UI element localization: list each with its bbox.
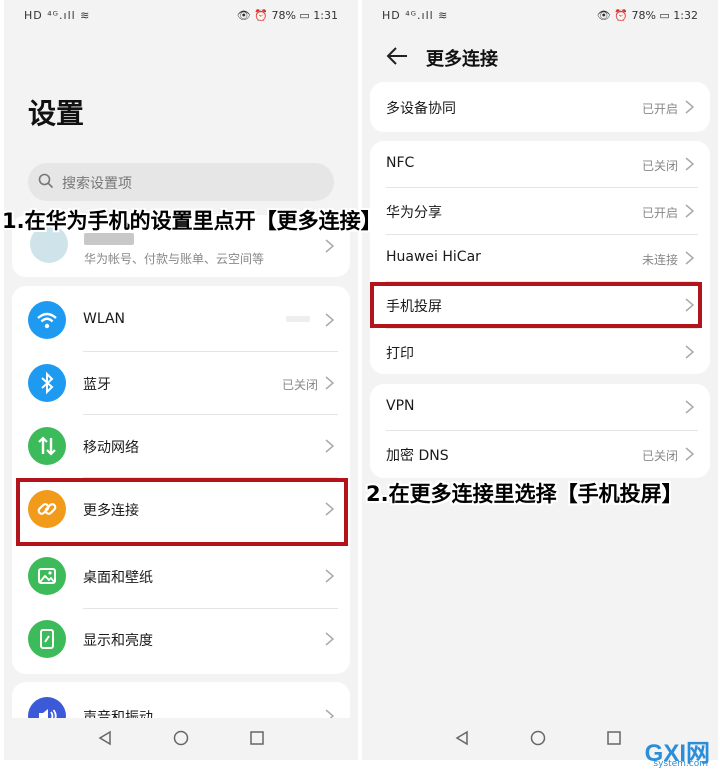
chevron-right-icon	[325, 569, 334, 583]
settings-item-label: 华为分享	[386, 205, 442, 221]
settings-item-encrypted-dns[interactable]: 加密 DNS 已关闭	[370, 431, 710, 477]
highlight-more-connections	[16, 478, 348, 546]
display-settings-card: 桌面和壁纸 显示和亮度	[12, 540, 350, 674]
settings-item-desktop-wallpaper[interactable]: 桌面和壁纸	[12, 548, 350, 604]
status-bar: HD ⁴ᴳ.ıll ≋ 👁 ⏰ 78% ▭ 1:32	[362, 0, 718, 34]
settings-item-label: NFC	[386, 155, 415, 171]
back-arrow-icon[interactable]	[386, 47, 408, 65]
settings-item-value: 已关闭	[641, 159, 678, 173]
display-icon	[28, 620, 66, 658]
settings-item-label: 多设备协同	[386, 101, 456, 117]
chevron-right-icon	[325, 239, 334, 253]
settings-item-label: Huawei HiCar	[386, 249, 481, 265]
settings-item-label: 移动网络	[83, 440, 139, 456]
settings-screen: HD ⁴ᴳ.ıll ≋ 👁 ⏰ 78% ▭ 1:31 设置 搜索设置项 华为帐号…	[4, 0, 358, 760]
settings-item-value: 已开启	[641, 102, 678, 116]
settings-item-display-brightness[interactable]: 显示和亮度	[12, 611, 350, 667]
chevron-right-icon	[325, 439, 334, 453]
wallpaper-icon	[28, 557, 66, 595]
settings-item-label: VPN	[386, 398, 415, 414]
settings-item-bluetooth[interactable]: 蓝牙 已关闭	[12, 355, 350, 411]
back-nav-icon[interactable]	[454, 730, 470, 746]
chevron-right-icon	[685, 400, 694, 414]
back-nav-icon[interactable]	[97, 730, 113, 746]
settings-item-value: 已关闭	[641, 449, 678, 463]
watermark-domain: system.com	[653, 759, 708, 769]
settings-item-value: 未连接	[641, 253, 678, 267]
recents-nav-icon[interactable]	[249, 730, 265, 746]
search-input[interactable]: 搜索设置项	[28, 163, 334, 201]
settings-item-value: 已开启	[641, 206, 678, 220]
signal-indicator: HD ⁴ᴳ.ıll ≋	[24, 9, 91, 22]
settings-item-mobile-network[interactable]: 移动网络	[12, 418, 350, 474]
home-nav-icon[interactable]	[173, 730, 189, 746]
highlight-screen-projection	[370, 282, 702, 328]
status-right: 👁 ⏰ 78% ▭ 1:31	[236, 9, 338, 22]
network-card: VPN 加密 DNS 已关闭	[370, 384, 710, 478]
chevron-right-icon	[685, 251, 694, 265]
more-connections-screen: HD ⁴ᴳ.ıll ≋ 👁 ⏰ 78% ▭ 1:32 更多连接 多设备协同 已开…	[362, 0, 718, 760]
chevron-right-icon	[685, 157, 694, 171]
settings-item-label: 蓝牙	[83, 377, 111, 393]
settings-item-label: 桌面和壁纸	[83, 570, 153, 586]
chevron-right-icon	[325, 376, 334, 390]
status-right: 👁 ⏰ 78% ▭ 1:32	[596, 9, 698, 22]
search-icon	[38, 173, 54, 189]
chevron-right-icon	[685, 204, 694, 218]
settings-item-label: WLAN	[83, 311, 126, 327]
bluetooth-icon	[28, 364, 66, 402]
connections-card: NFC 已关闭 华为分享 已开启 Huawei HiCar 未连接 手机投屏 打…	[370, 141, 710, 374]
settings-item-value: 已关闭	[281, 378, 318, 392]
divider	[83, 414, 338, 415]
chevron-right-icon	[685, 447, 694, 461]
mobile-network-icon	[28, 427, 66, 465]
instruction-step-1: 1.在华为手机的设置里点开【更多连接】	[2, 209, 382, 233]
multi-device-card: 多设备协同 已开启	[370, 82, 710, 132]
settings-item-multi-device[interactable]: 多设备协同 已开启	[370, 82, 710, 132]
home-nav-icon[interactable]	[530, 730, 546, 746]
settings-item-huawei-share[interactable]: 华为分享 已开启	[370, 188, 710, 234]
chevron-right-icon	[685, 345, 694, 359]
search-placeholder: 搜索设置项	[62, 176, 132, 192]
wlan-value-blurred	[286, 316, 310, 322]
settings-item-vpn[interactable]: VPN	[370, 384, 710, 430]
settings-item-nfc[interactable]: NFC 已关闭	[370, 141, 710, 187]
page-title: 更多连接	[426, 49, 498, 70]
settings-item-wlan[interactable]: WLAN	[12, 292, 350, 348]
settings-item-label: 加密 DNS	[386, 448, 449, 464]
settings-item-hicar[interactable]: Huawei HiCar 未连接	[370, 235, 710, 281]
settings-item-label: 显示和亮度	[83, 633, 153, 649]
account-subtitle: 华为帐号、付款与账单、云空间等	[84, 252, 265, 266]
divider	[83, 608, 338, 609]
signal-indicator: HD ⁴ᴳ.ıll ≋	[382, 9, 449, 22]
divider	[83, 351, 338, 352]
page-title: 设置	[28, 97, 85, 130]
instruction-step-2: 2.在更多连接里选择【手机投屏】	[366, 482, 683, 506]
watermark-logo: GXI网 system.com	[618, 733, 714, 771]
chevron-right-icon	[325, 313, 334, 327]
navigation-bar	[4, 718, 358, 760]
status-bar: HD ⁴ᴳ.ıll ≋ 👁 ⏰ 78% ▭ 1:31	[4, 0, 358, 34]
settings-item-label: 打印	[386, 346, 414, 362]
chevron-right-icon	[325, 632, 334, 646]
wlan-icon	[28, 301, 66, 339]
settings-item-print[interactable]: 打印	[370, 329, 710, 374]
chevron-right-icon	[685, 100, 694, 114]
